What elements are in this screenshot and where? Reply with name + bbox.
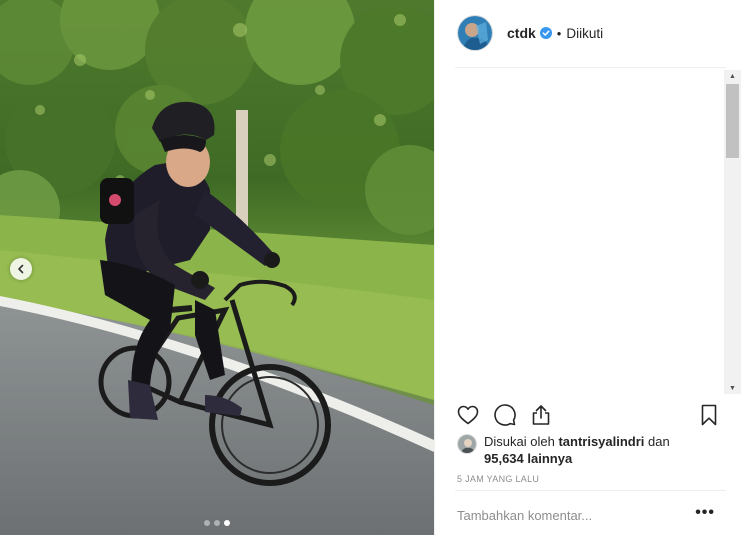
comment-button[interactable] — [492, 402, 518, 428]
post-side-panel: ctdk • Diikuti ▲ ▼ Disukai oleh tantrisy… — [434, 0, 745, 535]
post-actions — [455, 402, 721, 428]
share-button[interactable] — [528, 402, 554, 428]
post-timestamp[interactable]: 5 JAM YANG LALU — [457, 474, 539, 484]
likes-text: Disukai oleh tantrisyalindri dan 95,634 … — [484, 433, 670, 467]
scroll-up-arrow-icon[interactable]: ▲ — [724, 70, 741, 82]
likes-summary: Disukai oleh tantrisyalindri dan 95,634 … — [457, 433, 727, 467]
verified-badge-icon — [539, 27, 552, 39]
bookmark-icon — [701, 404, 717, 426]
carousel-dot — [214, 520, 220, 526]
carousel-indicator — [0, 520, 434, 526]
likes-suffix[interactable]: lainnya — [527, 451, 572, 466]
author-avatar[interactable] — [457, 15, 493, 51]
comments-list[interactable] — [455, 68, 726, 396]
comments-scrollbar[interactable]: ▲ ▼ — [724, 70, 741, 394]
like-button[interactable] — [455, 402, 481, 428]
share-icon — [532, 405, 550, 425]
comment-icon — [494, 404, 516, 426]
scroll-down-arrow-icon[interactable]: ▼ — [724, 382, 741, 394]
comment-divider — [455, 490, 726, 491]
likes-conjunction: dan — [648, 434, 670, 449]
chevron-left-icon — [18, 264, 24, 274]
author-username[interactable]: ctdk — [507, 25, 536, 41]
heart-icon — [457, 405, 479, 425]
likes-prefix: Disukai oleh — [484, 434, 555, 449]
more-options-button[interactable]: ••• — [695, 505, 715, 521]
follow-status-button[interactable]: Diikuti — [566, 26, 603, 41]
carousel-prev-button[interactable] — [10, 258, 32, 280]
add-comment-bar: ••• — [457, 503, 727, 527]
save-button[interactable] — [696, 402, 722, 428]
liker-username[interactable]: tantrisyalindri — [558, 434, 644, 449]
comment-input[interactable] — [457, 507, 687, 523]
carousel-dot — [204, 520, 210, 526]
cyclist-photo — [0, 0, 434, 535]
post-photo[interactable] — [0, 0, 434, 535]
likes-count[interactable]: 95,634 — [484, 451, 524, 466]
liker-avatar[interactable] — [457, 434, 477, 454]
carousel-dot — [224, 520, 230, 526]
post-header: ctdk • Diikuti — [435, 0, 745, 66]
header-separator: • — [556, 25, 562, 41]
scrollbar-thumb[interactable] — [726, 84, 739, 158]
